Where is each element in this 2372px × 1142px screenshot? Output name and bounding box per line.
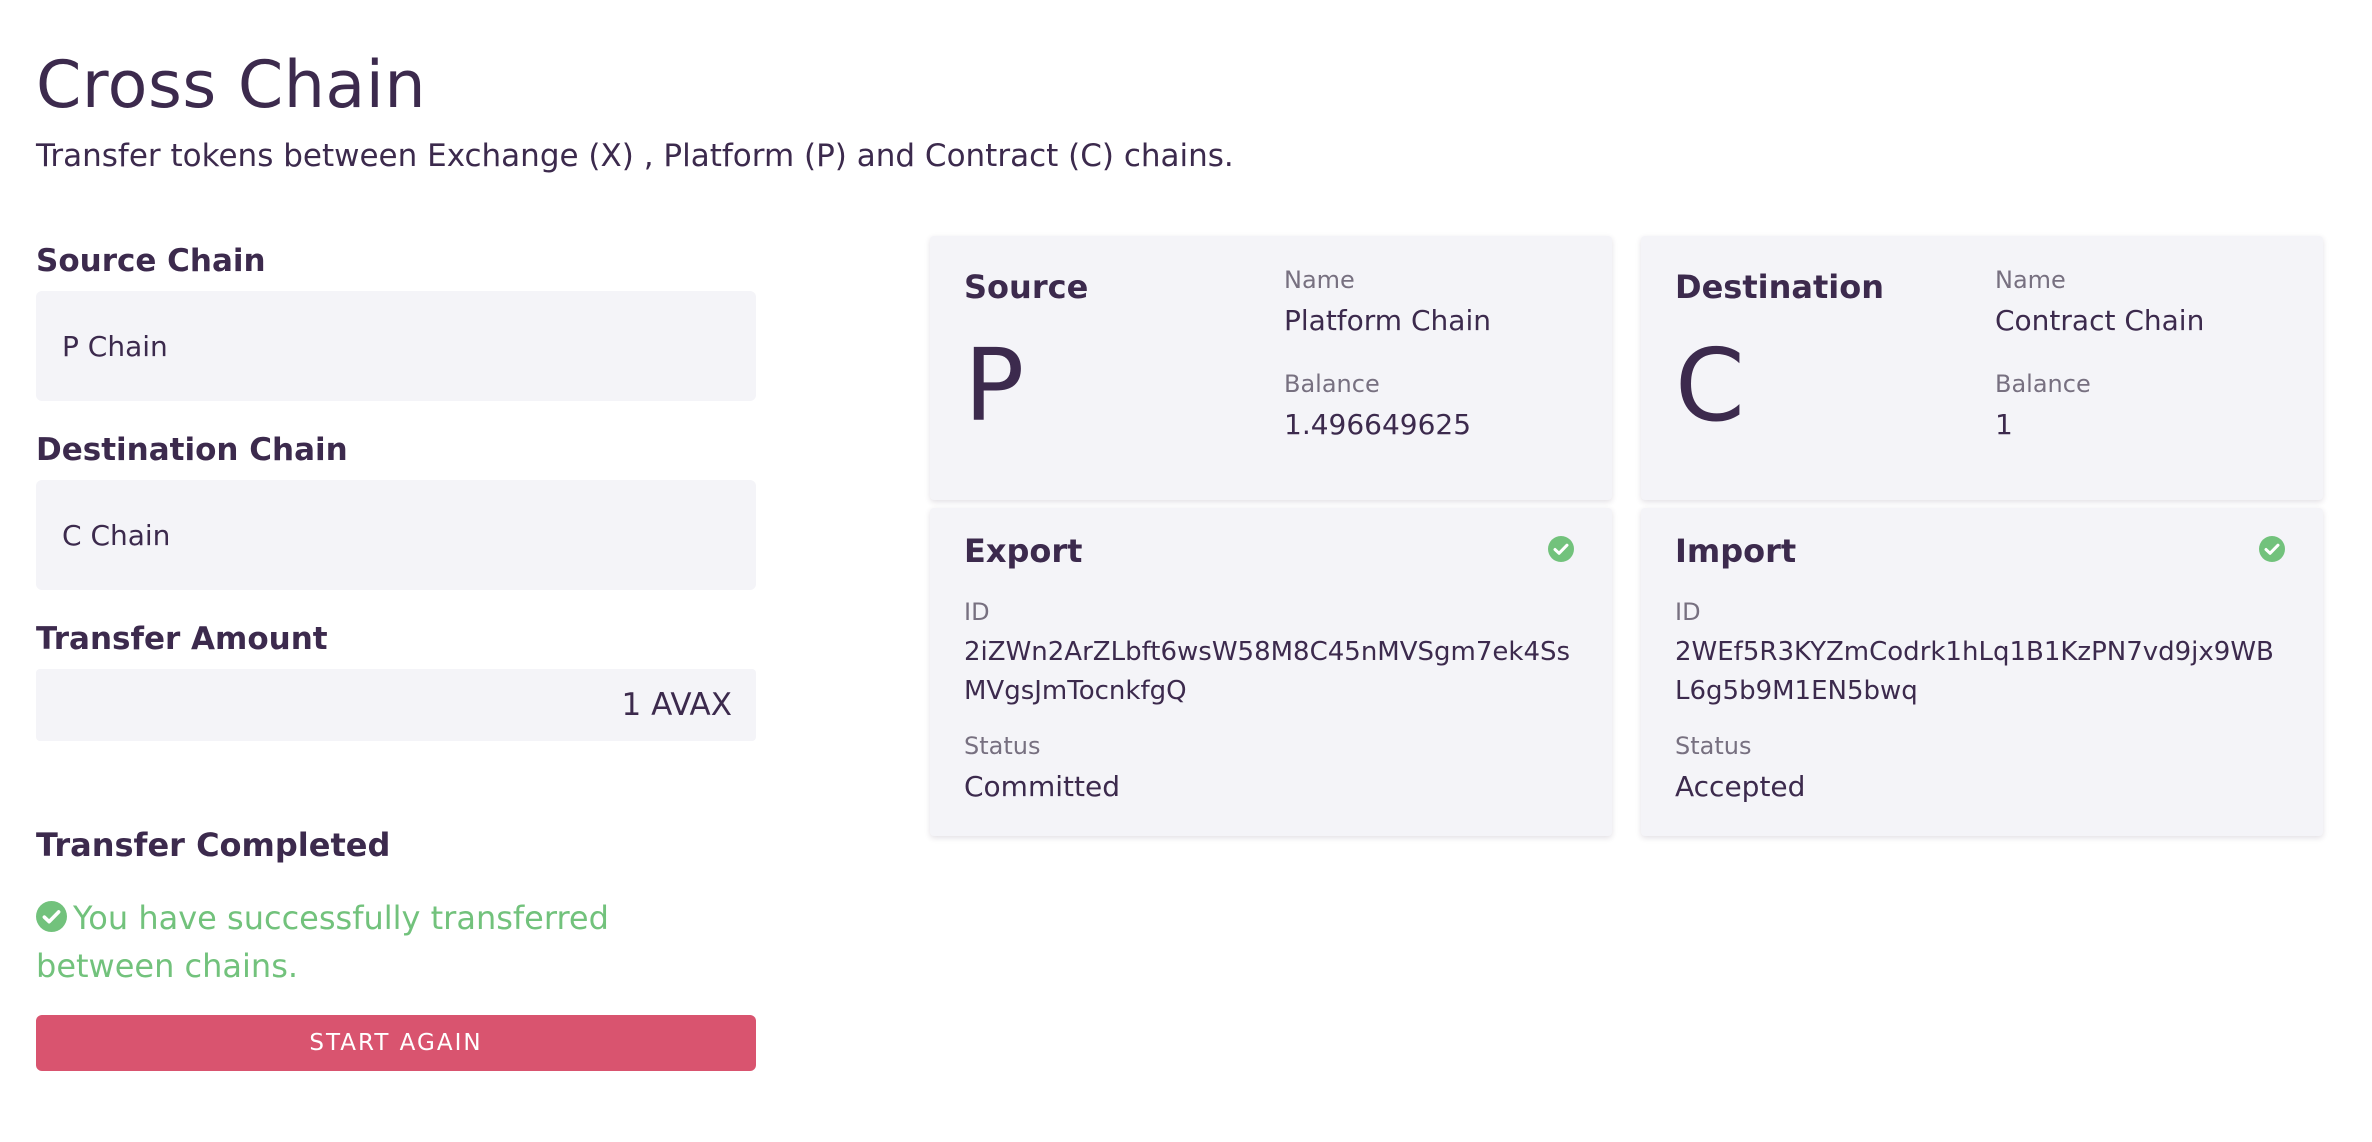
destination-name-label: Name	[1995, 266, 2066, 294]
destination-card-title: Destination	[1675, 268, 1884, 306]
export-status-value: Committed	[964, 770, 1120, 803]
import-status-label: Status	[1675, 732, 1752, 760]
import-id-value: 2WEf5R3KYZmCodrk1hLq1B1KzPN7vd9jx9WBL6g5…	[1675, 637, 2274, 706]
destination-name-value: Contract Chain	[1995, 304, 2205, 337]
start-again-button[interactable]: START AGAIN	[36, 1015, 756, 1071]
page-title: Cross Chain	[36, 48, 427, 123]
source-chain-value: P Chain	[62, 329, 168, 363]
destination-chain-value: C Chain	[62, 518, 171, 552]
source-card-title: Source	[964, 268, 1089, 306]
source-name-label: Name	[1284, 266, 1355, 294]
transfer-amount-input[interactable]: 1 AVAX	[36, 669, 756, 741]
export-card: Export ID 2iZWn2ArZLbft6wsW58M8C45nMVSgm…	[930, 508, 1612, 836]
page-subtitle: Transfer tokens between Exchange (X) , P…	[36, 138, 1234, 174]
check-circle-icon	[1548, 536, 1574, 562]
import-card: Import ID 2WEf5R3KYZmCodrk1hLq1B1KzPN7vd…	[1641, 508, 2323, 836]
transfer-completed-title: Transfer Completed	[36, 826, 391, 864]
success-message-text: You have successfully transferred betwee…	[36, 899, 609, 985]
source-balance-label: Balance	[1284, 370, 1380, 398]
export-status-label: Status	[964, 732, 1041, 760]
import-id-label: ID	[1675, 598, 1701, 626]
export-id-value: 2iZWn2ArZLbft6wsW58M8C45nMVSgm7ek4SsMVgs…	[964, 637, 1571, 706]
transfer-amount-label: Transfer Amount	[36, 621, 328, 657]
destination-chain-label: Destination Chain	[36, 432, 348, 468]
source-chain-label: Source Chain	[36, 243, 266, 279]
export-id-label: ID	[964, 598, 990, 626]
transfer-amount-value: 1 AVAX	[621, 687, 732, 723]
destination-balance-value: 1	[1995, 408, 2013, 441]
import-status-value: Accepted	[1675, 770, 1806, 803]
destination-balance-label: Balance	[1995, 370, 2091, 398]
source-card: Source P Name Platform Chain Balance 1.4…	[930, 236, 1612, 500]
destination-chain-select[interactable]: C Chain	[36, 480, 756, 590]
source-balance-value: 1.496649625	[1284, 408, 1472, 441]
export-card-title: Export	[964, 532, 1083, 570]
check-circle-icon	[2259, 536, 2285, 562]
destination-card: Destination C Name Contract Chain Balanc…	[1641, 236, 2323, 500]
import-card-title: Import	[1675, 532, 1797, 570]
source-chain-select[interactable]: P Chain	[36, 291, 756, 401]
success-message: You have successfully transferred betwee…	[36, 894, 756, 990]
source-chain-letter: P	[964, 327, 1025, 444]
destination-chain-letter: C	[1675, 327, 1745, 444]
check-circle-icon	[36, 901, 67, 932]
source-name-value: Platform Chain	[1284, 304, 1491, 337]
